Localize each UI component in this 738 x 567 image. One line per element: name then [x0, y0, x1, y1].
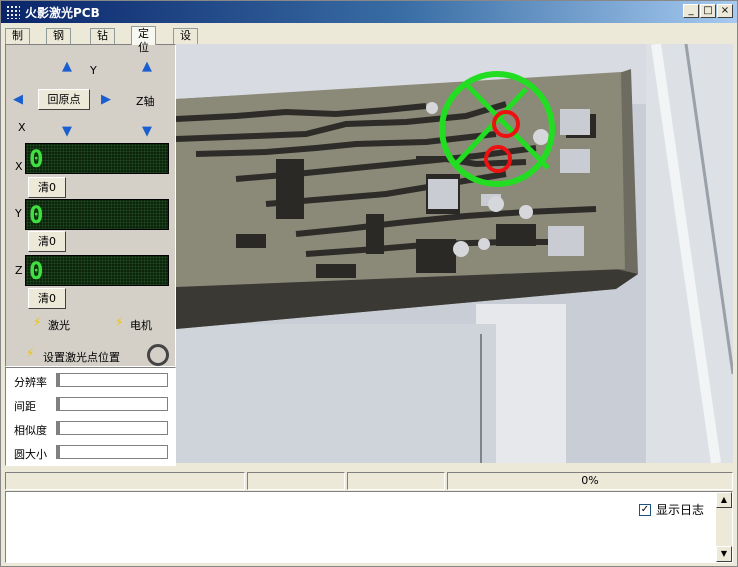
log-scrollbar[interactable]: ▲ ▼: [716, 492, 732, 562]
set-laser-point-button[interactable]: 设置激光点位置: [43, 349, 120, 365]
y-readout-label: Y: [15, 207, 22, 220]
y-position-display: 0: [25, 199, 169, 230]
tab-drill[interactable]: 钻孔: [90, 28, 115, 56]
tab-position[interactable]: 定位: [131, 26, 156, 54]
z-axis-label: Z轴: [136, 95, 155, 108]
resolution-slider[interactable]: [56, 373, 168, 387]
params-panel: 分辨率 间距 相似度 圆大小: [5, 367, 176, 466]
param-label: 圆大小: [14, 448, 47, 461]
tab-make[interactable]: 制作: [5, 28, 30, 56]
window-title: 火影激光PCB: [25, 6, 100, 20]
x-right-arrow-icon[interactable]: ▶: [101, 93, 111, 106]
progress-text: 0%: [447, 472, 733, 490]
z-readout-label: Z: [15, 264, 23, 277]
z-position-display: 0: [25, 255, 169, 286]
scroll-up-icon[interactable]: ▲: [716, 492, 732, 508]
param-label: 相似度: [14, 424, 47, 437]
x-axis-label: X: [18, 121, 26, 134]
status-cell-3: [347, 472, 445, 490]
similarity-slider[interactable]: [56, 421, 168, 435]
x-position-value: 0: [29, 145, 44, 173]
app-icon: [6, 5, 20, 19]
scroll-down-icon[interactable]: ▼: [716, 546, 732, 562]
laser-ring-icon: [147, 344, 169, 366]
spacing-slider[interactable]: [56, 397, 168, 411]
show-log-checkbox[interactable]: ✓: [639, 504, 651, 516]
laser-label[interactable]: 激光: [48, 317, 70, 333]
log-panel[interactable]: ✓ 显示日志 ▲ ▼: [5, 491, 733, 563]
camera-image: [176, 44, 733, 463]
z-up-arrow-icon[interactable]: ▲: [142, 60, 152, 73]
y-up-arrow-icon[interactable]: ▲: [62, 60, 72, 73]
x-left-arrow-icon[interactable]: ◀: [13, 93, 23, 106]
status-bar: 0%: [5, 472, 733, 490]
tab-settings[interactable]: 设置: [173, 28, 198, 56]
param-label: 分辨率: [14, 376, 47, 389]
tab-stencil[interactable]: 钢网: [46, 28, 71, 56]
main-window: 火影激光PCB _ □ × 制作 钢网 钻孔 定位 设置 ▲ Y ▲ ◀ 回原点…: [0, 0, 738, 567]
laser-lightning-icon: ⚡: [33, 315, 42, 329]
minimize-button[interactable]: _: [683, 4, 699, 18]
y-position-value: 0: [29, 201, 44, 229]
motor-lightning-icon: ⚡: [115, 315, 124, 329]
show-log-label[interactable]: 显示日志: [656, 501, 704, 518]
x-readout-label: X: [15, 160, 23, 173]
param-label: 间距: [14, 400, 36, 413]
motor-label[interactable]: 电机: [130, 317, 152, 333]
home-button[interactable]: 回原点: [38, 89, 90, 110]
control-panel: ▲ Y ▲ ◀ 回原点 ▶ Z轴 X ▼ ▼ X 0 清0 Y 0 清0 Z 0…: [5, 44, 176, 367]
circle-size-slider[interactable]: [56, 445, 168, 459]
close-button[interactable]: ×: [717, 4, 733, 18]
param-row-circle-size: 圆大小: [6, 441, 175, 465]
status-cell-1: [5, 472, 245, 490]
x-clear-button[interactable]: 清0: [28, 177, 66, 198]
maximize-button[interactable]: □: [700, 4, 716, 18]
set-laser-lightning-icon: ⚡: [26, 346, 35, 360]
param-row-similarity: 相似度: [6, 417, 175, 441]
x-position-display: 0: [25, 143, 169, 174]
y-clear-button[interactable]: 清0: [28, 231, 66, 252]
y-down-arrow-icon[interactable]: ▼: [62, 125, 72, 138]
y-axis-label: Y: [90, 64, 97, 77]
param-row-spacing: 间距: [6, 393, 175, 417]
status-cell-2: [247, 472, 345, 490]
z-clear-button[interactable]: 清0: [28, 288, 66, 309]
camera-view[interactable]: [176, 44, 733, 463]
title-bar[interactable]: 火影激光PCB _ □ ×: [1, 1, 737, 23]
z-down-arrow-icon[interactable]: ▼: [142, 125, 152, 138]
param-row-resolution: 分辨率: [6, 369, 175, 393]
z-position-value: 0: [29, 257, 44, 285]
